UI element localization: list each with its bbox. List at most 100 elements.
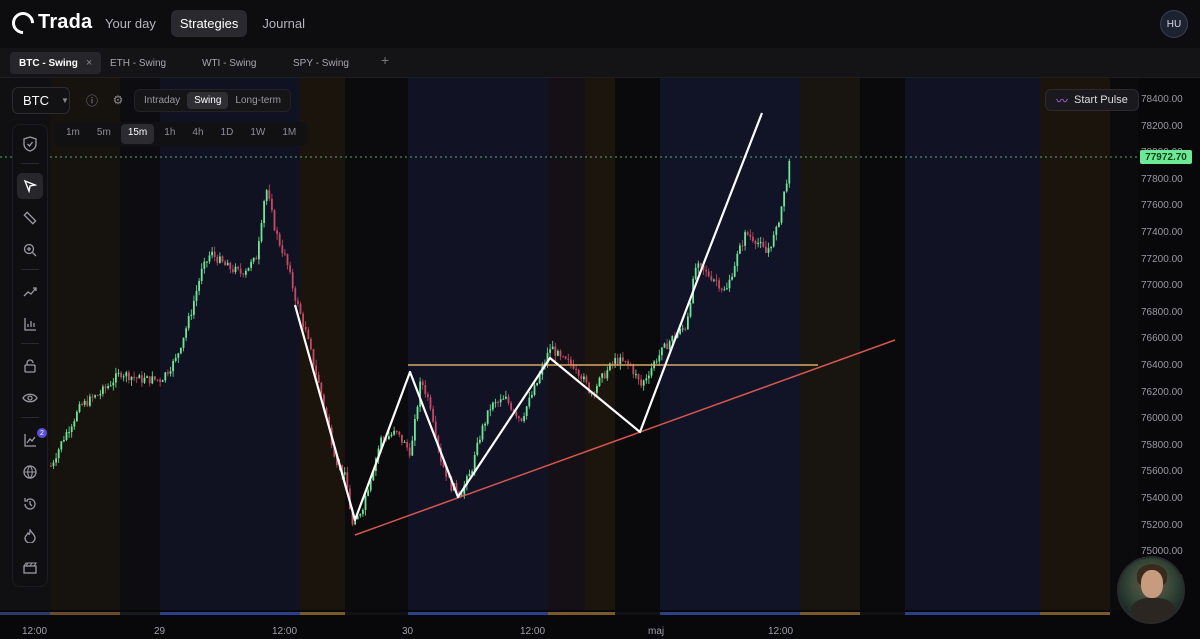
price-axis-label: 77600.00 (1141, 200, 1183, 212)
candle-body (414, 418, 416, 441)
tab-btc-swing[interactable]: BTC - Swing × (10, 52, 102, 74)
candle-body (70, 426, 73, 433)
shield-icon[interactable] (17, 131, 43, 157)
toolbar-divider (21, 163, 39, 164)
candle-body (346, 472, 349, 489)
nav-your-day[interactable]: Your day (96, 10, 165, 37)
candle-body (710, 276, 713, 281)
mode-long-term[interactable]: Long-term (228, 92, 288, 109)
webcam-avatar[interactable] (1117, 556, 1185, 624)
price-axis-label: 78200.00 (1141, 120, 1183, 132)
candle-body (81, 404, 83, 406)
candle-body (393, 430, 395, 435)
candle-body (278, 234, 281, 246)
candle-body (273, 210, 276, 231)
tf-1mo[interactable]: 1M (275, 124, 303, 144)
candle-body (528, 397, 531, 407)
flame-icon[interactable] (17, 523, 43, 549)
tf-1h[interactable]: 1h (157, 124, 182, 144)
candle-body (299, 303, 302, 314)
nav-strategies[interactable]: Strategies (170, 10, 248, 37)
candle-body (146, 376, 148, 378)
candle-body (78, 404, 81, 412)
chart-area[interactable] (0, 78, 1200, 639)
candle-body (754, 241, 757, 244)
candle-body (211, 251, 213, 256)
candle-body (390, 434, 393, 437)
indicators-icon[interactable]: 2 (17, 427, 47, 453)
candle-body (403, 441, 406, 443)
candle-body (705, 269, 707, 272)
gear-icon[interactable]: ⚙ (110, 92, 126, 108)
candle-body (317, 374, 320, 383)
tab-label: BTC - Swing (19, 57, 78, 69)
ruler-icon[interactable] (17, 205, 43, 231)
candle-body (689, 303, 692, 317)
eye-icon[interactable] (17, 385, 43, 411)
add-tab-icon[interactable]: + (381, 52, 389, 68)
close-icon[interactable]: × (86, 57, 92, 69)
candle-body (164, 372, 167, 381)
candle-body (401, 434, 403, 443)
nav-journal[interactable]: Journal (253, 10, 314, 37)
candle-body (128, 372, 130, 381)
candle-body (772, 234, 775, 247)
info-icon[interactable]: ⓘ (84, 92, 100, 108)
candle-body (728, 279, 731, 289)
clapper-icon[interactable] (17, 555, 43, 581)
start-pulse-button[interactable]: 〰 Start Pulse (1045, 89, 1139, 111)
tf-1m[interactable]: 1m (59, 124, 87, 144)
candle-body (606, 370, 609, 379)
tf-5m[interactable]: 5m (90, 124, 118, 144)
price-axis-label: 75200.00 (1141, 519, 1183, 531)
globe-icon[interactable] (17, 459, 43, 485)
candle-body (473, 454, 476, 472)
candle-body (788, 160, 791, 184)
session-strip (548, 612, 615, 615)
chevron-down-icon: ▼ (61, 96, 69, 105)
candle-body (213, 251, 216, 257)
candle-body (583, 376, 585, 380)
candle-body (68, 432, 70, 434)
candle-body (505, 396, 507, 399)
trend-line-icon[interactable] (17, 279, 43, 305)
time-axis-label: 12:00 (768, 626, 794, 637)
candle-body (312, 349, 315, 366)
mode-intraday[interactable]: Intraday (137, 92, 187, 109)
avatar[interactable]: HU (1160, 10, 1188, 38)
app-logo[interactable]: Trada (7, 6, 92, 39)
price-chart[interactable] (0, 78, 1200, 639)
tab-eth-swing[interactable]: ETH - Swing (101, 52, 175, 74)
tf-4h[interactable]: 4h (185, 124, 210, 144)
tab-label: SPY - Swing (293, 57, 349, 69)
candle-body (525, 406, 528, 417)
tf-15m[interactable]: 15m (120, 124, 155, 144)
candle-body (154, 376, 156, 380)
session-strip (860, 612, 905, 615)
symbol-select[interactable]: BTC ▼ (12, 87, 70, 114)
candle-body (637, 374, 640, 380)
candle-body (263, 201, 265, 224)
cursor-icon[interactable] (17, 173, 43, 199)
candle-body (775, 226, 778, 235)
tab-wti-swing[interactable]: WTI - Swing (193, 52, 265, 74)
candle-body (138, 375, 141, 379)
chart-bars-icon[interactable] (17, 311, 43, 337)
tf-1d[interactable]: 1D (214, 124, 241, 144)
zoom-in-icon[interactable] (17, 237, 43, 263)
candle-body (614, 358, 616, 364)
toolbar-divider (21, 269, 39, 270)
session-band (660, 78, 800, 610)
candle-body (234, 266, 237, 272)
tf-1w[interactable]: 1W (243, 124, 272, 144)
candle-body (115, 373, 117, 383)
candle-body (562, 356, 564, 358)
session-band (1040, 78, 1110, 610)
lock-icon[interactable] (17, 353, 43, 379)
tab-spy-swing[interactable]: SPY - Swing (284, 52, 358, 74)
candle-body (198, 280, 200, 291)
history-icon[interactable] (17, 491, 43, 517)
candle-body (432, 408, 434, 422)
mode-swing[interactable]: Swing (187, 92, 229, 109)
price-axis-label: 75800.00 (1141, 439, 1183, 451)
